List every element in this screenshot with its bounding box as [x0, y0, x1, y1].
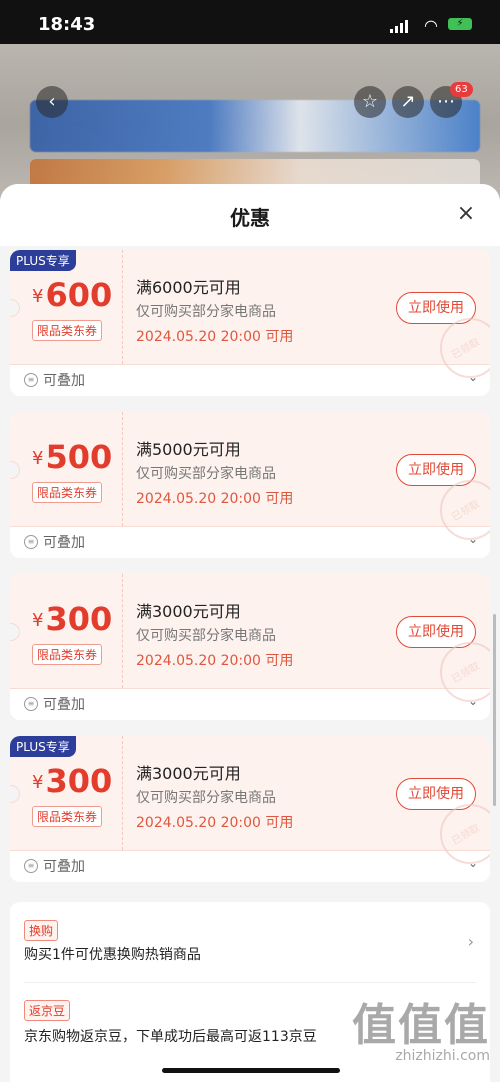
stackable-label: 可叠加 [43, 697, 85, 713]
coupon-scope: 仅可购买部分家电商品 [136, 628, 276, 644]
coupon-card: PLUS专享 ¥300 限品类东券 满3000元可用 仅可购买部分家电商品 20… [10, 736, 490, 882]
promo-text: 购买1件可优惠换购热销商品 [24, 947, 201, 963]
sheet-header: 优惠 × [0, 184, 500, 246]
coupon-stack-row[interactable]: ≡ 可叠加 ⌄ [10, 688, 490, 720]
chevron-down-icon[interactable]: ⌄ [468, 370, 478, 384]
coupon-body: PLUS专享 ¥600 限品类东券 满6000元可用 仅可购买部分家电商品 20… [10, 250, 490, 378]
coupon-stack-row[interactable]: ≡ 可叠加 ⌄ [10, 850, 490, 882]
stackable-label: 可叠加 [43, 535, 85, 551]
sheet-title: 优惠 [230, 206, 270, 230]
favorite-icon[interactable]: ☆ [354, 86, 386, 118]
coupon-condition: 满3000元可用 [136, 764, 241, 783]
stack-icon: ≡ [24, 697, 38, 711]
status-time: 18:43 [38, 14, 96, 35]
promo-text: 京东购物返京豆，下单成功后最高可返113京豆 [24, 1029, 317, 1045]
coupon-stack-row[interactable]: ≡ 可叠加 ⌄ [10, 526, 490, 558]
chevron-down-icon[interactable]: ⌄ [468, 532, 478, 546]
coupon-body: ¥300 限品类东券 满3000元可用 仅可购买部分家电商品 2024.05.2… [10, 574, 490, 702]
coupon-type-label: 限品类东券 [32, 806, 103, 827]
chevron-down-icon[interactable]: ⌄ [468, 694, 478, 708]
wifi-icon: ◠ [424, 16, 438, 35]
coupon-condition: 满3000元可用 [136, 602, 241, 621]
watermark: 值值值 zhizhizhi.com [352, 1000, 490, 1065]
coupon-validity: 2024.05.20 20:00 可用 [136, 653, 294, 669]
close-icon[interactable]: × [454, 202, 478, 226]
divider [24, 982, 476, 983]
coupon-card: PLUS专享 ¥600 限品类东券 满6000元可用 仅可购买部分家电商品 20… [10, 250, 490, 396]
coupon-amount: ¥300 [32, 600, 113, 638]
chevron-right-icon[interactable]: › [468, 932, 474, 951]
back-icon[interactable]: ‹ [36, 86, 68, 118]
coupon-amount: ¥600 [32, 276, 113, 314]
promo-tag: 返京豆 [24, 1000, 71, 1021]
coupon-scope: 仅可购买部分家电商品 [136, 466, 276, 482]
coupon-condition: 满6000元可用 [136, 278, 241, 297]
plus-exclusive-tag: PLUS专享 [10, 250, 76, 271]
stack-icon: ≡ [24, 373, 38, 387]
stack-icon: ≡ [24, 535, 38, 549]
coupon-card: ¥500 限品类东券 满5000元可用 仅可购买部分家电商品 2024.05.2… [10, 412, 490, 558]
coupon-validity: 2024.05.20 20:00 可用 [136, 815, 294, 831]
coupon-amount: ¥500 [32, 438, 113, 476]
coupon-amount: ¥300 [32, 762, 113, 800]
coupon-condition: 满5000元可用 [136, 440, 241, 459]
stackable-label: 可叠加 [43, 859, 85, 875]
coupon-scope: 仅可购买部分家电商品 [136, 790, 276, 806]
promo-item-trade-in[interactable]: 换购 购买1件可优惠换购热销商品 › [10, 902, 490, 980]
home-indicator[interactable] [162, 1068, 340, 1073]
coupon-card: ¥300 限品类东券 满3000元可用 仅可购买部分家电商品 2024.05.2… [10, 574, 490, 720]
coupon-type-label: 限品类东券 [32, 320, 103, 341]
coupon-type-label: 限品类东券 [32, 644, 103, 665]
signal-icon [390, 20, 408, 33]
stackable-label: 可叠加 [43, 373, 85, 389]
promo-tag: 换购 [24, 920, 59, 941]
stack-icon: ≡ [24, 859, 38, 873]
chevron-down-icon[interactable]: ⌄ [468, 856, 478, 870]
coupon-type-label: 限品类东券 [32, 482, 103, 503]
watermark-logo: 值值值 [352, 1000, 490, 1051]
scrollbar[interactable] [493, 614, 496, 806]
battery-icon: ⚡ [448, 18, 472, 30]
cart-count-badge: 63 [450, 82, 473, 97]
coupon-body: PLUS专享 ¥300 限品类东券 满3000元可用 仅可购买部分家电商品 20… [10, 736, 490, 864]
coupon-stack-row[interactable]: ≡ 可叠加 ⌄ [10, 364, 490, 396]
coupon-body: ¥500 限品类东券 满5000元可用 仅可购买部分家电商品 2024.05.2… [10, 412, 490, 540]
status-bar: 18:43 ◠ ⚡ [0, 0, 500, 44]
coupon-scope: 仅可购买部分家电商品 [136, 304, 276, 320]
coupon-validity: 2024.05.20 20:00 可用 [136, 491, 294, 507]
plus-exclusive-tag: PLUS专享 [10, 736, 76, 757]
share-icon[interactable]: ↗ [392, 86, 424, 118]
coupon-validity: 2024.05.20 20:00 可用 [136, 329, 294, 345]
coupon-sheet: 优惠 × PLUS专享 ¥600 限品类东券 满6000元可用 仅可购买部分家电… [0, 184, 500, 1082]
